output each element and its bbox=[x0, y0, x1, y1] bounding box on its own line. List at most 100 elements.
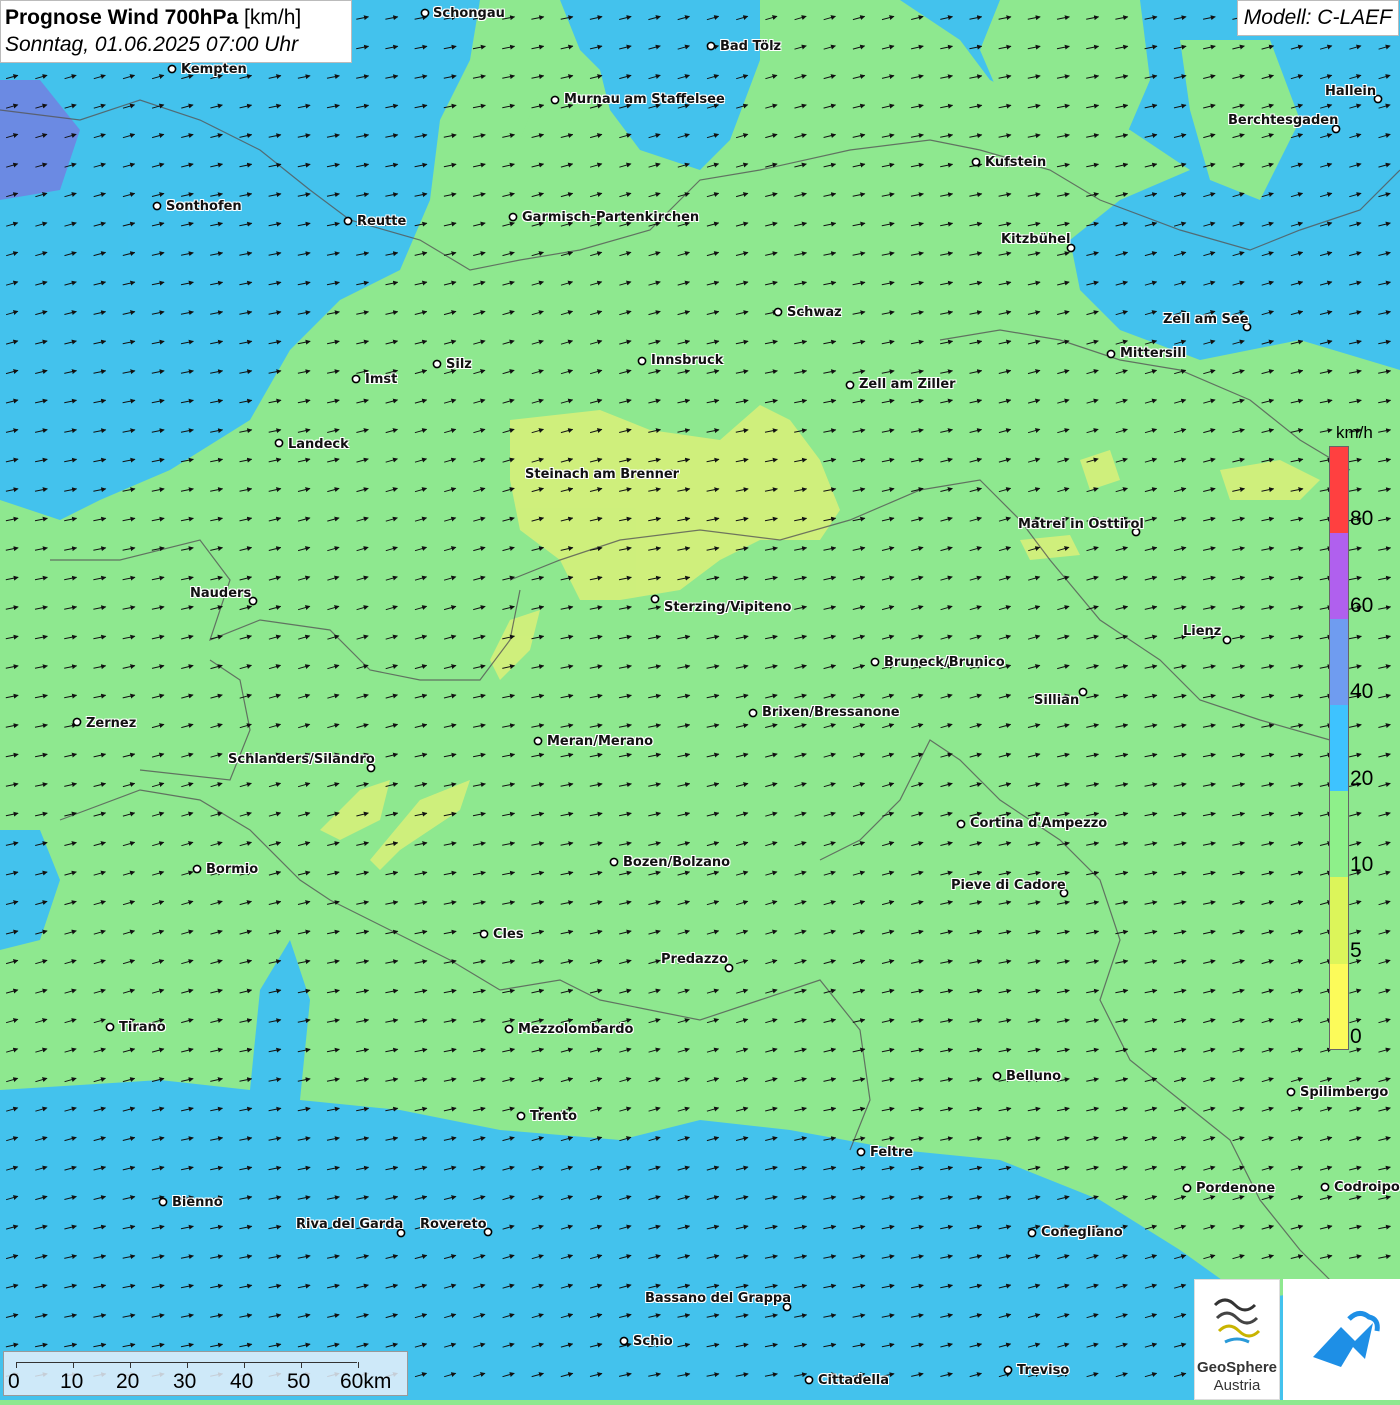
city-marker-schio[interactable] bbox=[619, 1336, 629, 1346]
city-label-conegliano: Conegliano bbox=[1041, 1225, 1123, 1240]
city-label-bassano-del-grappa: Bassano del Grappa bbox=[645, 1291, 791, 1306]
scale-label-30: 30 bbox=[173, 1370, 197, 1393]
city-marker-cittadella[interactable] bbox=[804, 1375, 814, 1385]
city-label-murnau-am-staffelsee: Murnau am Staffelsee bbox=[564, 92, 725, 107]
city-marker-schongau[interactable] bbox=[420, 8, 430, 18]
city-label-sterzing-vipiteno: Sterzing/Vipiteno bbox=[664, 600, 792, 615]
forecast-datetime: Sonntag, 01.06.2025 07:00 Uhr bbox=[5, 33, 299, 56]
city-label-kufstein: Kufstein bbox=[985, 155, 1047, 170]
city-label-landeck: Landeck bbox=[288, 437, 349, 452]
cloud-arrow-icon bbox=[1313, 1311, 1380, 1367]
scale-tick bbox=[16, 1362, 17, 1368]
city-label-lienz: Lienz bbox=[1183, 624, 1222, 639]
city-marker-treviso[interactable] bbox=[1003, 1365, 1013, 1375]
city-marker-brixen-bressanone[interactable] bbox=[748, 708, 758, 718]
city-marker-bozen-bolzano[interactable] bbox=[609, 857, 619, 867]
city-label-belluno: Belluno bbox=[1006, 1069, 1062, 1084]
city-label-matrei-in-osttirol: Matrei in Osttirol bbox=[1018, 517, 1144, 532]
legend-colorbar bbox=[1329, 446, 1349, 1050]
city-marker-kufstein[interactable] bbox=[971, 157, 981, 167]
app-logo[interactable] bbox=[1283, 1279, 1400, 1400]
geosphere-logo-icon bbox=[1213, 1298, 1261, 1344]
city-label-silz: Silz bbox=[446, 357, 472, 372]
scale-tick bbox=[301, 1362, 302, 1368]
legend-label-60: 60 bbox=[1350, 594, 1374, 617]
model-label: Modell: C-LAEF bbox=[1236, 0, 1399, 36]
scale-label-40: 40 bbox=[230, 1370, 254, 1393]
city-marker-meran-merano[interactable] bbox=[533, 736, 543, 746]
city-marker-landeck[interactable] bbox=[274, 438, 284, 448]
city-marker-trento[interactable] bbox=[516, 1111, 526, 1121]
city-marker-mittersill[interactable] bbox=[1106, 349, 1116, 359]
city-marker-feltre[interactable] bbox=[856, 1147, 866, 1157]
city-label-kitzb-hel: Kitzbühel bbox=[1001, 232, 1071, 247]
legend-unit: km/h bbox=[1336, 423, 1373, 442]
city-marker-garmisch-partenkirchen[interactable] bbox=[508, 212, 518, 222]
legend-label-10: 10 bbox=[1350, 853, 1374, 876]
map-unit: [km/h] bbox=[244, 6, 302, 29]
city-marker-mezzolombardo[interactable] bbox=[504, 1024, 514, 1034]
city-marker-bad-t-lz[interactable] bbox=[706, 41, 716, 51]
city-label-nauders: Nauders bbox=[190, 586, 252, 601]
geosphere-logo[interactable]: GeoSphere Austria bbox=[1194, 1279, 1280, 1400]
city-label-codroipo: Codroipo bbox=[1334, 1180, 1400, 1195]
city-label-rovereto: Rovereto bbox=[420, 1217, 487, 1232]
city-marker-bienno[interactable] bbox=[158, 1197, 168, 1207]
scale-label-50: 50 bbox=[287, 1370, 311, 1393]
scale-tick bbox=[130, 1362, 131, 1368]
city-marker-sterzing-vipiteno[interactable] bbox=[650, 594, 660, 604]
city-label-trento: Trento bbox=[530, 1109, 578, 1124]
city-marker-reutte[interactable] bbox=[343, 216, 353, 226]
legend-swatch-40 bbox=[1330, 619, 1348, 706]
city-label-berchtesgaden: Berchtesgaden bbox=[1228, 113, 1339, 128]
city-label-innsbruck: Innsbruck bbox=[651, 353, 724, 368]
city-marker-silz[interactable] bbox=[432, 359, 442, 369]
city-label-spilimbergo: Spilimbergo bbox=[1300, 1085, 1389, 1100]
city-marker-murnau-am-staffelsee[interactable] bbox=[550, 95, 560, 105]
legend-swatch-0 bbox=[1330, 963, 1348, 1049]
city-marker-innsbruck[interactable] bbox=[637, 356, 647, 366]
city-label-sonthofen: Sonthofen bbox=[166, 199, 242, 214]
legend-label-20: 20 bbox=[1350, 767, 1374, 790]
city-label-mezzolombardo: Mezzolombardo bbox=[518, 1022, 634, 1037]
city-label-zell-am-ziller: Zell am Ziller bbox=[859, 377, 956, 392]
city-marker-conegliano[interactable] bbox=[1027, 1228, 1037, 1238]
city-label-cittadella: Cittadella bbox=[818, 1373, 890, 1388]
city-label-kempten: Kempten bbox=[181, 62, 247, 77]
geosphere-country: Austria bbox=[1213, 1377, 1261, 1394]
city-marker-lienz[interactable] bbox=[1222, 635, 1232, 645]
city-marker-bormio[interactable] bbox=[192, 864, 202, 874]
city-marker-tirano[interactable] bbox=[105, 1022, 115, 1032]
city-label-cles: Cles bbox=[493, 927, 524, 942]
geosphere-name: GeoSphere bbox=[1196, 1359, 1278, 1376]
city-marker-belluno[interactable] bbox=[992, 1071, 1002, 1081]
city-marker-codroipo[interactable] bbox=[1320, 1182, 1330, 1192]
city-label-bozen-bolzano: Bozen/Bolzano bbox=[623, 855, 731, 870]
city-label-brixen-bressanone: Brixen/Bressanone bbox=[762, 705, 900, 720]
city-label-treviso: Treviso bbox=[1017, 1363, 1070, 1378]
city-marker-pordenone[interactable] bbox=[1182, 1183, 1192, 1193]
city-marker-cles[interactable] bbox=[479, 929, 489, 939]
city-label-schongau: Schongau bbox=[433, 6, 505, 21]
city-marker-sonthofen[interactable] bbox=[152, 201, 162, 211]
city-marker-imst[interactable] bbox=[351, 374, 361, 384]
scale-tick bbox=[244, 1362, 245, 1368]
city-label-bienno: Bienno bbox=[172, 1195, 223, 1210]
city-marker-zell-am-ziller[interactable] bbox=[845, 380, 855, 390]
city-label-bormio: Bormio bbox=[206, 862, 259, 877]
city-marker-cortina-d-ampezzo[interactable] bbox=[956, 819, 966, 829]
city-label-imst: Imst bbox=[365, 372, 398, 387]
city-marker-zernez[interactable] bbox=[72, 717, 82, 727]
city-marker-kempten[interactable] bbox=[167, 64, 177, 74]
city-marker-sillian[interactable] bbox=[1078, 687, 1088, 697]
city-label-schio: Schio bbox=[633, 1334, 673, 1349]
legend-swatch-80 bbox=[1330, 447, 1348, 534]
city-marker-bruneck-brunico[interactable] bbox=[870, 657, 880, 667]
city-marker-spilimbergo[interactable] bbox=[1286, 1087, 1296, 1097]
scale-label-20: 20 bbox=[116, 1370, 140, 1393]
city-label-feltre: Feltre bbox=[870, 1145, 914, 1160]
legend-swatch-20 bbox=[1330, 705, 1348, 792]
city-marker-schwaz[interactable] bbox=[773, 307, 783, 317]
scale-label-0: 0 bbox=[8, 1370, 20, 1393]
legend-swatch-5 bbox=[1330, 877, 1348, 964]
